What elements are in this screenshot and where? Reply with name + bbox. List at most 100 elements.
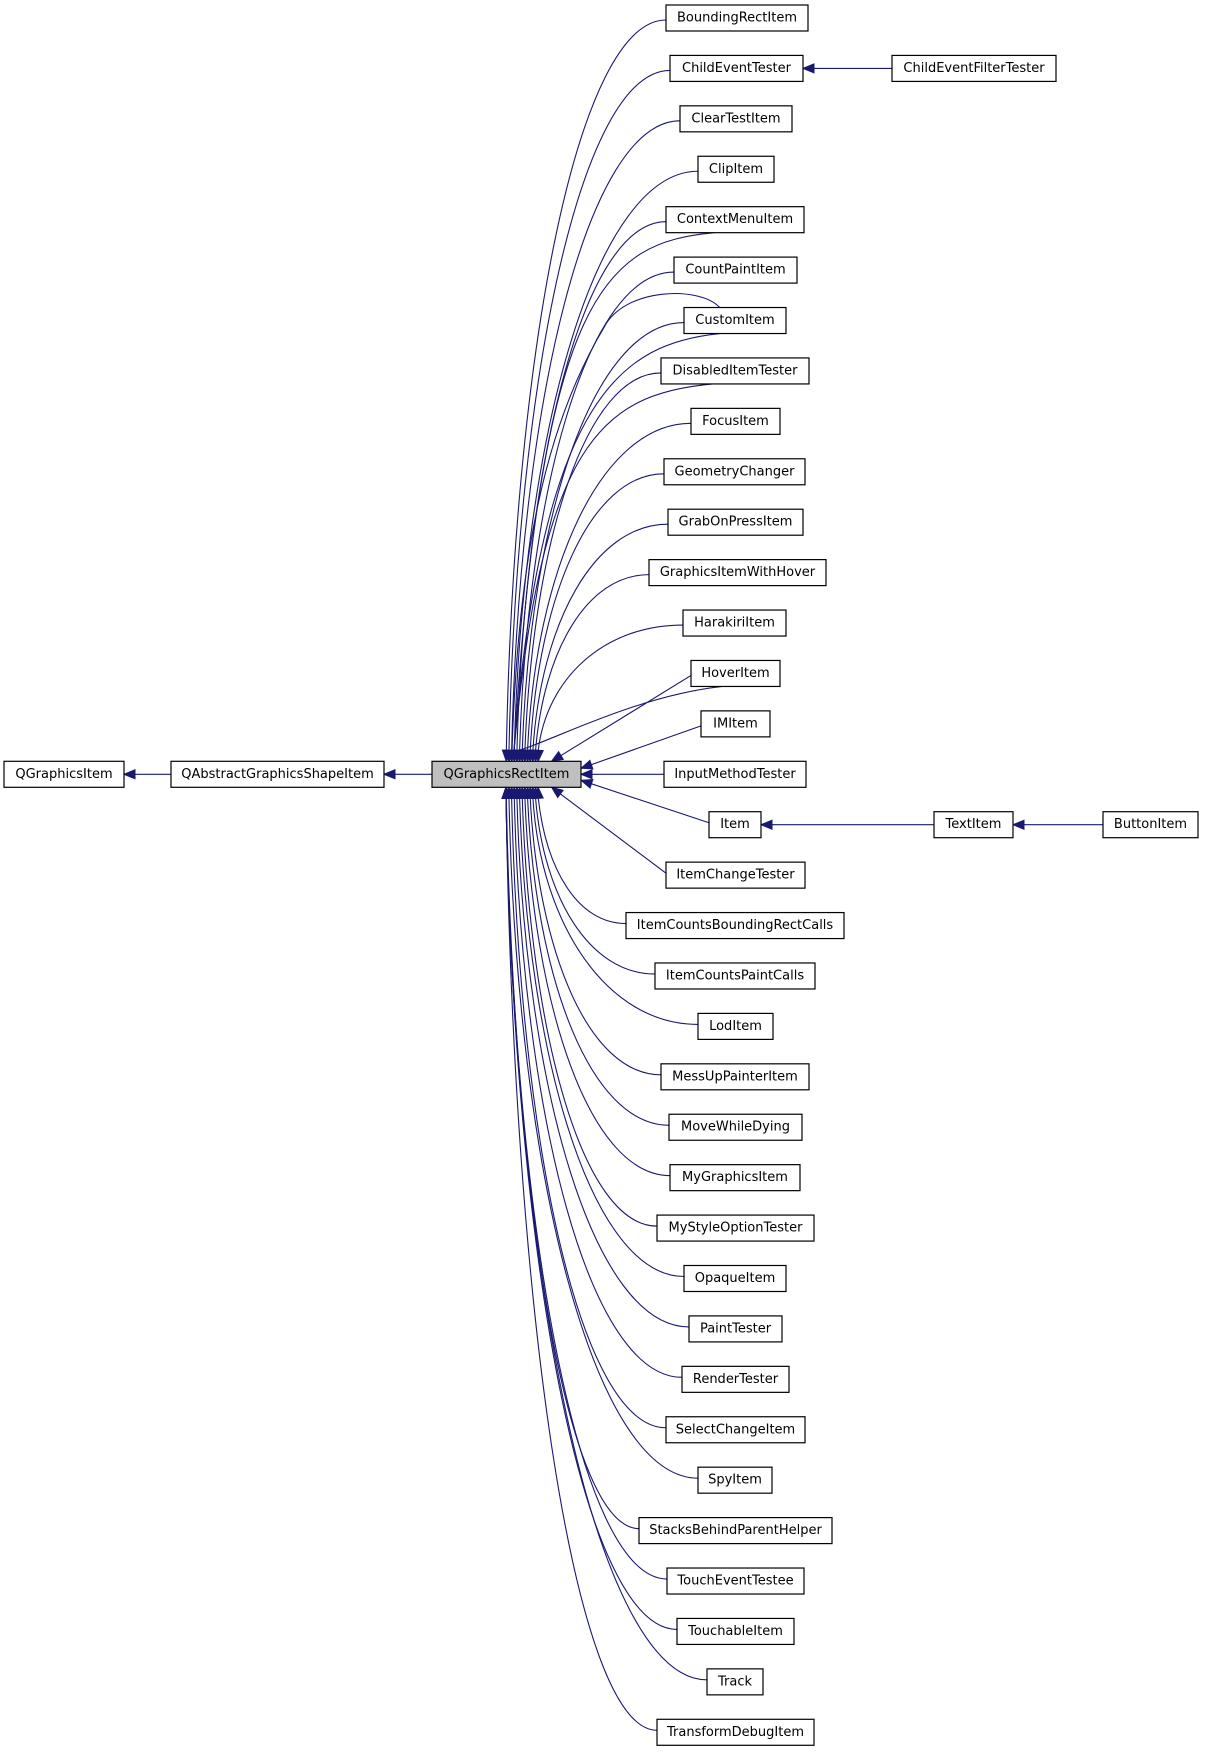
class-node-lod-item[interactable]: LodItem <box>697 1012 774 1041</box>
edge-move-while-dying-to-q-graphics-rect-item <box>526 797 670 1126</box>
class-node-touch-event-testee[interactable]: TouchEventTestee <box>666 1567 805 1595</box>
class-node-label: DisabledItemTester <box>672 363 798 378</box>
class-node-label: SelectChangeItem <box>676 1422 795 1437</box>
class-node-label: TouchEventTestee <box>676 1574 793 1589</box>
class-node-track[interactable]: Track <box>706 1668 764 1696</box>
class-node-my-graphics-item[interactable]: MyGraphicsItem <box>669 1164 801 1192</box>
class-node-label: MoveWhileDying <box>681 1120 790 1135</box>
edge-text-item-to-item-arrowhead <box>759 819 773 830</box>
class-node-context-menu-item[interactable]: ContextMenuItem <box>665 206 805 234</box>
class-node-label: StacksBehindParentHelper <box>649 1523 822 1538</box>
edge-button-item-to-text-item-arrowhead <box>1011 819 1025 830</box>
class-node-label: OpaqueItem <box>695 1271 776 1286</box>
class-node-hover-item[interactable]: HoverItem <box>690 659 781 688</box>
class-node-child-event-tester[interactable]: ChildEventTester <box>669 54 804 83</box>
class-node-im-item[interactable]: IMItem <box>700 710 771 738</box>
edge-context-menu-item-to-q-graphics-rect-item <box>516 221 667 752</box>
edge-item-change-tester-to-q-graphics-rect-item <box>551 786 667 874</box>
class-node-q-graphics-item[interactable]: QGraphicsItem <box>3 760 125 788</box>
class-node-my-style-option-tester[interactable]: MyStyleOptionTester <box>656 1214 815 1242</box>
class-node-graphics-item-with-hover[interactable]: GraphicsItemWithHover <box>648 559 827 587</box>
class-node-label: BoundingRectItem <box>677 11 797 26</box>
class-node-label: MyGraphicsItem <box>682 1170 788 1185</box>
class-node-input-method-tester[interactable]: InputMethodTester <box>663 760 807 788</box>
edge-harakiri-item-to-q-graphics-rect-item <box>537 624 684 752</box>
class-node-spy-item[interactable]: SpyItem <box>697 1466 773 1494</box>
edge-item-counts-bounding-rect-calls-to-q-graphics-rect-item <box>537 797 627 925</box>
class-node-transform-debug-item[interactable]: TransformDebugItem <box>656 1718 815 1746</box>
class-node-label: TouchableItem <box>687 1624 783 1639</box>
class-node-label: ChildEventTester <box>682 61 792 76</box>
class-node-harakiri-item[interactable]: HarakiriItem <box>682 609 787 637</box>
class-node-label: GrabOnPressItem <box>679 515 793 530</box>
class-node-label: QGraphicsItem <box>15 767 112 782</box>
class-node-label: ClipItem <box>709 162 763 177</box>
edge-im-item-to-q-graphics-rect-item-arrowhead <box>579 759 594 770</box>
class-node-disabled-item-tester[interactable]: DisabledItemTester <box>660 357 810 385</box>
edge-paint-tester-to-q-graphics-rect-item <box>516 797 690 1328</box>
class-node-label: CustomItem <box>695 313 774 328</box>
edge-hover-item-to-q-graphics-rect-item <box>551 674 692 762</box>
edge-hover-item-to-q-graphics-rect-item-arrowhead <box>550 750 565 762</box>
class-node-touchable-item[interactable]: TouchableItem <box>676 1617 795 1646</box>
edge-select-change-item-to-q-graphics-rect-item <box>511 797 667 1429</box>
class-node-label: PaintTester <box>700 1321 772 1336</box>
class-node-mess-up-painter-item[interactable]: MessUpPainterItem <box>660 1063 810 1091</box>
class-node-render-tester[interactable]: RenderTester <box>681 1365 790 1393</box>
class-node-label: QAbstractGraphicsShapeItem <box>181 767 374 782</box>
class-node-move-while-dying[interactable]: MoveWhileDying <box>668 1113 803 1141</box>
class-node-label: CountPaintItem <box>685 263 785 278</box>
class-node-text-item[interactable]: TextItem <box>933 811 1014 839</box>
class-node-label: ItemCountsPaintCalls <box>666 968 804 983</box>
class-node-label: TextItem <box>945 817 1002 832</box>
class-node-label: ClearTestItem <box>691 111 780 126</box>
class-node-q-abstract-graphics-shape-item[interactable]: QAbstractGraphicsShapeItem <box>170 760 385 788</box>
class-node-clear-test-item[interactable]: ClearTestItem <box>679 105 793 133</box>
edge-item-counts-paint-calls-to-q-graphics-rect-item <box>534 797 656 975</box>
class-node-label: RenderTester <box>693 1372 779 1387</box>
edge-graphics-item-with-hover-to-q-graphics-rect-item <box>534 574 650 752</box>
class-node-grab-on-press-item[interactable]: GrabOnPressItem <box>667 508 804 536</box>
class-node-item[interactable]: Item <box>708 811 762 839</box>
class-node-label: HarakiriItem <box>694 616 775 631</box>
edge-q-graphics-rect-item-to-q-abstract-graphics-shape-item-arrowhead <box>382 769 396 780</box>
edge-item-to-q-graphics-rect-item-arrowhead <box>579 778 594 789</box>
class-node-stacks-behind-parent-helper[interactable]: StacksBehindParentHelper <box>638 1516 833 1545</box>
class-node-item-change-tester[interactable]: ItemChangeTester <box>665 861 806 889</box>
class-node-q-graphics-rect-item[interactable]: QGraphicsRectItem <box>431 760 582 788</box>
class-node-paint-tester[interactable]: PaintTester <box>688 1315 783 1343</box>
class-node-label: MessUpPainterItem <box>672 1069 798 1084</box>
class-node-label: SpyItem <box>708 1473 762 1488</box>
class-node-clip-item[interactable]: ClipItem <box>697 155 775 183</box>
class-node-label: ButtonItem <box>1114 817 1187 832</box>
class-node-label: FocusItem <box>702 414 769 429</box>
class-node-label: ChildEventFilterTester <box>903 61 1045 76</box>
edge-grab-on-press-item-to-q-graphics-rect-item <box>532 523 669 752</box>
class-node-label: InputMethodTester <box>674 767 796 782</box>
class-node-opaque-item[interactable]: OpaqueItem <box>683 1264 787 1293</box>
edge-q-abstract-graphics-shape-item-to-q-graphics-item-arrowhead <box>122 769 136 780</box>
class-node-label: GeometryChanger <box>675 464 796 479</box>
class-node-label: ContextMenuItem <box>677 212 793 227</box>
class-node-label: QGraphicsRectItem <box>444 767 570 782</box>
class-node-item-counts-bounding-rect-calls[interactable]: ItemCountsBoundingRectCalls <box>625 911 845 940</box>
class-node-child-event-filter-tester[interactable]: ChildEventFilterTester <box>891 54 1057 83</box>
class-node-focus-item[interactable]: FocusItem <box>690 407 781 435</box>
class-node-button-item[interactable]: ButtonItem <box>1102 811 1199 839</box>
class-node-count-paint-item[interactable]: CountPaintItem <box>673 256 798 284</box>
edge-child-event-filter-tester-to-child-event-tester-arrowhead <box>801 63 815 74</box>
class-node-custom-item[interactable]: CustomItem <box>683 306 787 335</box>
inheritance-diagram: QGraphicsItem QAbstractGraphicsShapeItem Q… <box>3 4 1199 1746</box>
class-node-bounding-rect-item[interactable]: BoundingRectItem <box>665 4 809 32</box>
class-node-item-counts-paint-calls[interactable]: ItemCountsPaintCalls <box>654 962 816 990</box>
class-node-label: TransformDebugItem <box>666 1725 804 1740</box>
class-node-geometry-changer[interactable]: GeometryChanger <box>663 458 806 486</box>
class-node-label: LodItem <box>709 1019 762 1034</box>
class-node-label: ItemChangeTester <box>676 868 795 883</box>
edge-disabled-item-tester-to-q-graphics-rect-item <box>524 372 662 752</box>
edge-item-change-tester-to-q-graphics-rect-item-arrowhead <box>550 786 564 799</box>
class-node-select-change-item[interactable]: SelectChangeItem <box>665 1416 806 1444</box>
class-node-label: GraphicsItemWithHover <box>660 565 816 580</box>
edge-my-graphics-item-to-q-graphics-rect-item <box>524 797 671 1177</box>
class-node-label: Track <box>717 1674 752 1689</box>
